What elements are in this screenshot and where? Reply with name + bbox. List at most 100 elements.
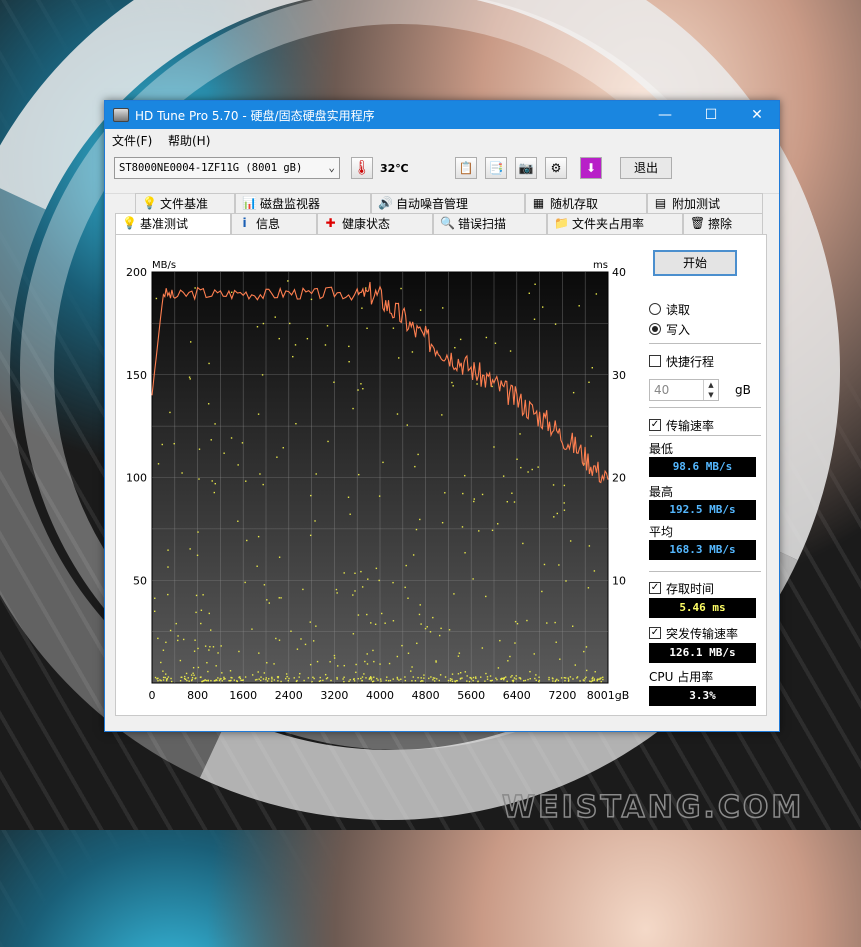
access-time-point <box>404 679 407 682</box>
tab-random-access[interactable]: ▦ 随机存取 <box>525 193 647 214</box>
read-radio[interactable] <box>649 303 661 315</box>
title-bar[interactable]: HD Tune Pro 5.70 - 硬盘/固态硬盘实用程序 — ☐ ✕ <box>105 101 779 129</box>
access-time-point <box>309 534 312 537</box>
access-time-point <box>582 679 585 681</box>
tab-label: 自动噪音管理 <box>396 197 469 211</box>
access-time-point <box>514 620 517 623</box>
access-time-point <box>233 679 236 681</box>
spin-arrows-icon[interactable]: ▲ ▼ <box>703 380 718 400</box>
access-time-point <box>499 639 501 642</box>
access-time-point <box>208 362 210 365</box>
access-time-point <box>212 646 215 648</box>
options-icon[interactable]: ⚙ <box>545 157 567 179</box>
access-time-point <box>330 679 332 682</box>
thermometer-icon[interactable]: 🌡 <box>351 157 373 179</box>
access-time-point <box>179 679 182 682</box>
access-time-point <box>209 646 211 648</box>
transfer-rate-checkbox[interactable]: ✓ <box>649 419 661 431</box>
access-time-point <box>526 619 528 622</box>
tab-disk-monitor[interactable]: 📊 磁盘监视器 <box>235 193 371 214</box>
access-time-point <box>519 678 522 680</box>
benchmark-panel: 200 150 100 50 40 30 20 10 MB/s ms 0 800 1600 2400 320… <box>115 234 767 716</box>
access-time-point <box>389 679 392 682</box>
quick-stroke-input[interactable]: 40 ▲ ▼ <box>649 379 719 401</box>
tab-noise-management[interactable]: 🔊 自动噪音管理 <box>371 193 525 214</box>
access-time-point <box>528 292 530 294</box>
tab-folder-usage[interactable]: 📁 文件夹占用率 <box>547 213 683 234</box>
access-time-point <box>405 564 407 567</box>
access-time-point <box>398 679 400 681</box>
access-time-point <box>410 670 412 672</box>
access-time-point <box>167 549 169 551</box>
toolbar: ST8000NE0004-1ZF11G (8001 gB) ⌄ 🌡 32℃ 📋 … <box>105 149 779 194</box>
access-time-point <box>207 670 209 673</box>
access-time-point <box>296 648 299 650</box>
access-time-point <box>414 465 416 468</box>
access-time-point <box>157 680 159 682</box>
menu-help[interactable]: 帮助(H) <box>168 132 210 149</box>
camera-icon[interactable]: 📷 <box>515 157 537 179</box>
save-down-arrow-icon[interactable]: ⬇ <box>580 157 602 179</box>
drive-select[interactable]: ST8000NE0004-1ZF11G (8001 gB) ⌄ <box>114 157 340 179</box>
access-time-point <box>357 389 359 391</box>
burst-rate-checkbox[interactable]: ✓ <box>649 627 661 639</box>
tab-erase[interactable]: 🗑 擦除 <box>683 213 763 234</box>
exit-button[interactable]: 退出 <box>620 157 672 179</box>
access-time-point <box>477 680 479 682</box>
access-time-point <box>388 662 391 665</box>
close-button[interactable]: ✕ <box>734 101 780 129</box>
tab-health[interactable]: ✚ 健康状态 <box>317 213 433 234</box>
start-button[interactable]: 开始 <box>653 250 737 276</box>
access-time-point <box>196 554 199 557</box>
access-time-point <box>587 587 590 589</box>
tab-benchmark[interactable]: 💡 基准测试 <box>115 213 231 235</box>
access-time-point <box>223 452 225 454</box>
access-time-point <box>385 679 387 682</box>
access-time-point <box>287 679 289 682</box>
menu-file[interactable]: 文件(F) <box>112 132 152 149</box>
access-time-point <box>584 678 586 680</box>
access-time-point <box>211 480 213 482</box>
access-time-point <box>392 620 395 622</box>
access-time-point <box>200 622 202 625</box>
access-time-point <box>271 680 273 682</box>
access-time-point <box>348 680 350 683</box>
access-time-point <box>438 634 441 637</box>
access-time-point <box>533 318 536 320</box>
access-time-point <box>377 679 379 681</box>
access-time-point <box>585 646 588 648</box>
quick-stroke-checkbox[interactable] <box>649 355 661 367</box>
tab-error-scan[interactable]: 🔍 错误扫描 <box>433 213 547 234</box>
access-time-point <box>220 645 222 647</box>
access-time-point <box>306 337 309 340</box>
menu-bar: 文件(F) 帮助(H) <box>105 129 779 149</box>
access-time-point <box>366 613 368 616</box>
access-time-point <box>284 677 287 680</box>
access-time-checkbox[interactable]: ✓ <box>649 582 661 594</box>
access-time-point <box>554 323 557 325</box>
access-time-point <box>459 678 462 680</box>
access-time-point <box>515 678 517 680</box>
access-time-point <box>202 594 204 596</box>
access-time-point <box>401 644 403 647</box>
x-tick-label: 1600 <box>229 689 257 702</box>
access-time-point <box>194 639 196 641</box>
minimize-button[interactable]: — <box>642 101 688 129</box>
access-time-point <box>556 512 558 515</box>
access-time-point <box>184 675 186 678</box>
write-radio[interactable] <box>649 323 661 335</box>
tab-info[interactable]: i 信息 <box>231 213 317 234</box>
access-time-point <box>352 633 355 635</box>
access-time-point <box>197 647 199 650</box>
maximize-button[interactable]: ☐ <box>688 101 734 129</box>
copy-text-icon[interactable]: 📋 <box>455 157 477 179</box>
access-time-point <box>448 629 451 631</box>
access-time-point <box>238 650 240 653</box>
access-time-point <box>183 677 186 680</box>
access-time-point <box>372 649 374 652</box>
access-time-point <box>420 680 422 683</box>
tab-extra-tests[interactable]: ▤ 附加测试 <box>647 193 763 214</box>
copy-image-icon[interactable]: 📑 <box>485 157 507 179</box>
access-time-point <box>373 676 375 678</box>
tab-file-benchmark[interactable]: 💡 文件基准 <box>135 193 235 214</box>
